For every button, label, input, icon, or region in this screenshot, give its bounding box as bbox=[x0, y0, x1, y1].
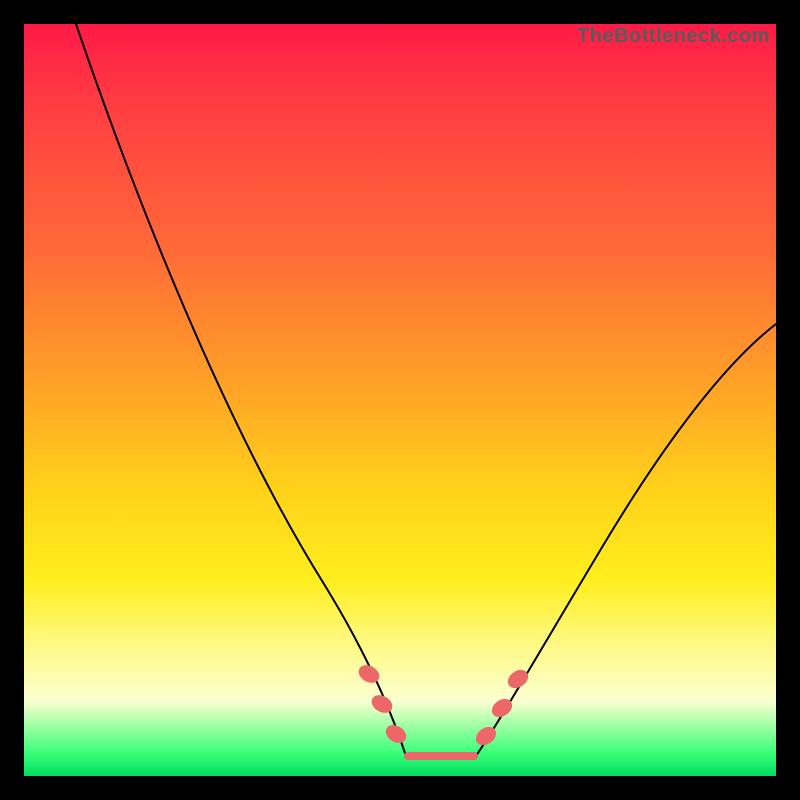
curve-right-arm bbox=[476, 324, 776, 756]
bead-group bbox=[355, 662, 531, 749]
plot-area: TheBottleneck.com bbox=[24, 24, 776, 776]
curve-layer bbox=[24, 24, 776, 776]
chart-frame: TheBottleneck.com bbox=[0, 0, 800, 800]
curve-left-arm bbox=[76, 24, 406, 756]
